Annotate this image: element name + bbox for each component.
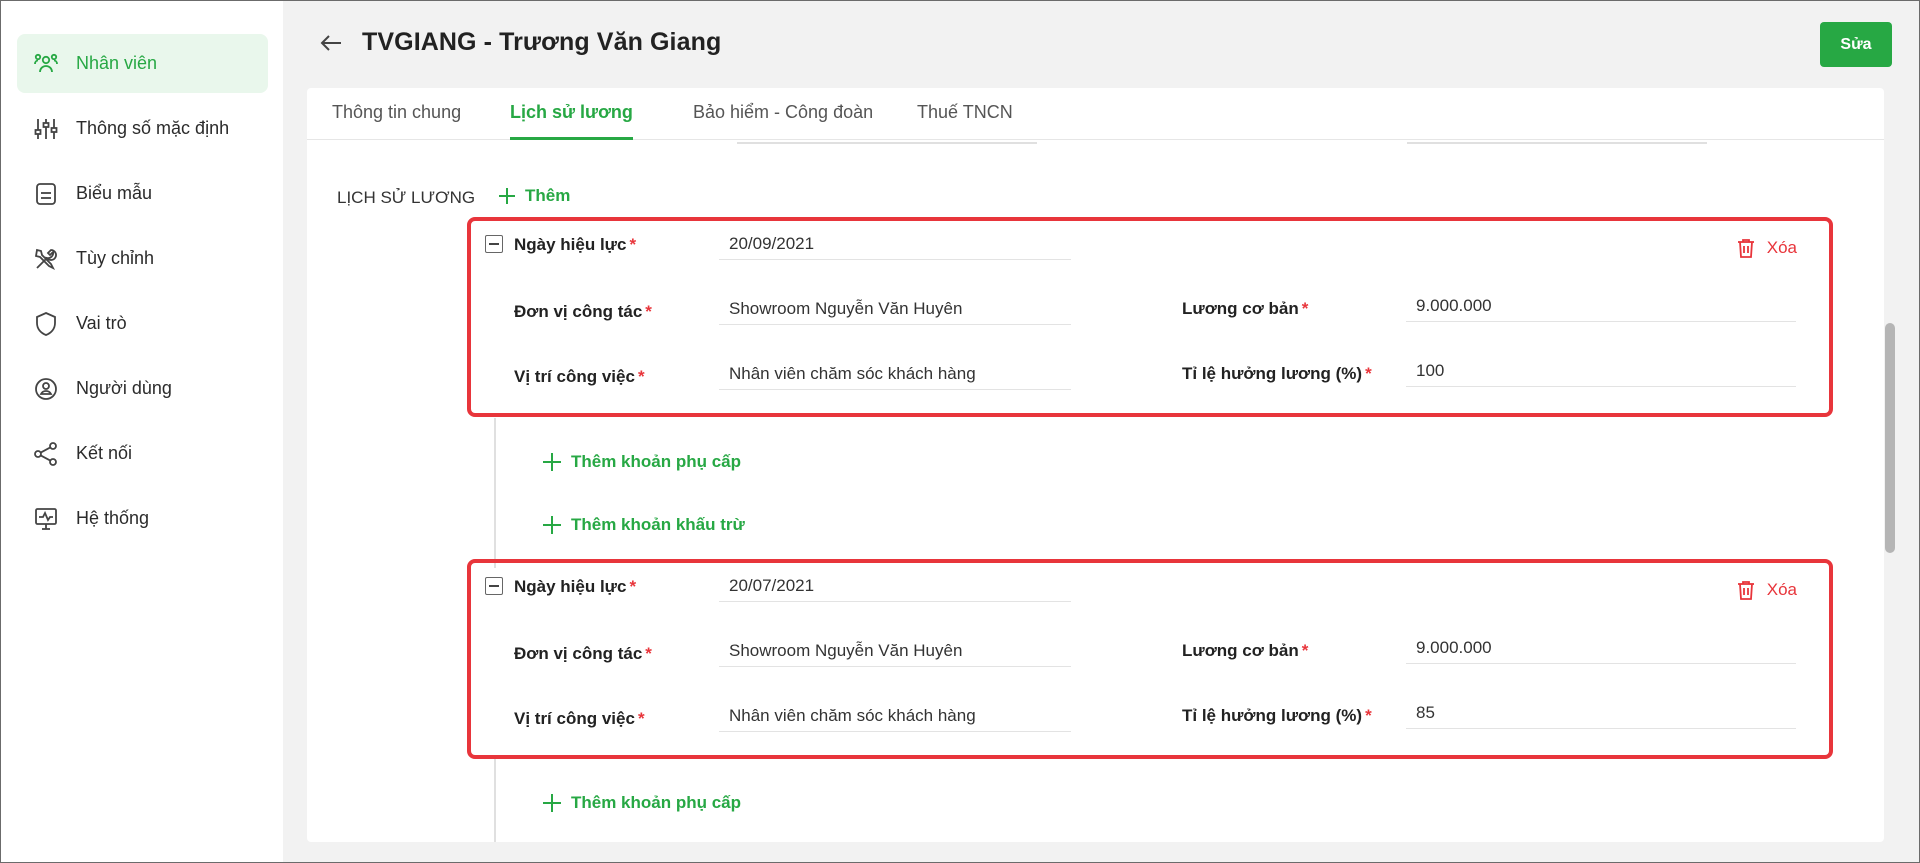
sidebar-item-label: Nhân viên [76,53,158,73]
delete-button[interactable]: Xóa [1735,237,1797,259]
tab-lich-su-luong[interactable]: Lịch sử lương [510,102,633,140]
plus-icon [543,516,561,534]
scrollbar-thumb[interactable] [1885,323,1895,553]
tab-thue-tncn[interactable]: Thuế TNCN [917,102,1013,140]
sidebar-item-bieu-mau[interactable]: Biểu mẫu [17,164,268,223]
base-salary-field[interactable]: 9.000.000 [1406,282,1796,322]
add-allowance-label: Thêm khoản phụ cấp [571,452,742,471]
back-arrow-icon[interactable] [317,28,347,58]
divider [1407,142,1707,144]
monitor-icon [32,505,60,533]
plus-icon [499,188,515,204]
add-allowance-label: Thêm khoản phụ cấp [571,793,742,812]
document-icon [32,180,60,208]
base-salary-label: Lương cơ bản * [1182,641,1309,660]
collapse-icon[interactable] [485,577,503,595]
timeline-line [494,758,496,842]
sidebar-item-nguoi-dung[interactable]: Người dùng [17,359,268,418]
effective-date-label: Ngày hiệu lực * [514,577,637,596]
add-deduction-label: Thêm khoản khấu trừ [571,515,745,534]
add-allowance-button[interactable]: Thêm khoản phụ cấp [541,792,741,814]
salary-record: Ngày hiệu lực * 20/09/2021 Xóa Đơn vị côn… [467,217,1833,417]
unit-field[interactable]: Showroom Nguyễn Văn Huyên [719,285,1071,325]
sidebar-item-ket-noi[interactable]: Kết nối [17,424,268,483]
trash-icon [1737,239,1754,258]
trash-icon [1737,581,1754,600]
plus-icon [543,794,561,812]
delete-button[interactable]: Xóa [1735,579,1797,601]
sidebar-item-label: Vai trò [76,313,127,333]
unit-label: Đơn vị công tác * [514,302,652,321]
position-label: Vị trí công việc * [514,709,645,728]
add-label: Thêm [525,186,571,205]
edit-button[interactable]: Sửa [1820,22,1892,67]
sidebar-item-nhan-vien[interactable]: Nhân viên [17,34,268,93]
sidebar-item-label: Biểu mẫu [76,183,153,203]
salary-ratio-label: Tỉ lệ hưởng lương (%) * [1182,706,1372,725]
page-title: TVGIANG - Trương Văn Giang [362,28,722,56]
salary-ratio-field[interactable]: 85 [1406,689,1796,729]
user-circle-icon [32,375,60,403]
timeline-line [494,418,496,568]
tab-bao-hiem-cong-doan[interactable]: Bảo hiểm - Công đoàn [693,102,873,140]
sidebar-item-label: Thông số mặc định [76,118,230,138]
people-icon [32,50,60,78]
effective-date-field[interactable]: 20/09/2021 [719,220,1071,260]
add-deduction-button[interactable]: Thêm khoản khấu trừ [541,514,745,536]
salary-record: Ngày hiệu lực * 20/07/2021 Xóa Đơn vị côn… [467,559,1833,759]
tab-thong-tin-chung[interactable]: Thông tin chung [332,102,461,140]
add-allowance-button[interactable]: Thêm khoản phụ cấp [541,451,741,473]
base-salary-field[interactable]: 9.000.000 [1406,624,1796,664]
sidebar-item-label: Tùy chỉnh [76,248,155,268]
sidebar-item-label: Người dùng [76,378,172,398]
sidebar-item-he-thong[interactable]: Hệ thống [17,489,268,548]
unit-field[interactable]: Showroom Nguyễn Văn Huyên [719,627,1071,667]
sidebar-item-vai-tro[interactable]: Vai trò [17,294,268,353]
delete-label: Xóa [1766,238,1797,257]
position-label: Vị trí công việc * [514,367,645,386]
topbar: TVGIANG - Trương Văn Giang Sửa [283,0,1920,88]
collapse-icon[interactable] [485,235,503,253]
effective-date-label: Ngày hiệu lực * [514,235,637,254]
sidebar-item-label: Hệ thống [76,508,150,528]
sidebar: Nhân viên Thông số mặc định Biểu mẫu Tùy… [0,0,283,863]
add-salary-button[interactable]: Thêm [497,186,570,206]
position-field[interactable]: Nhân viên chăm sóc khách hàng [719,692,1071,732]
unit-label: Đơn vị công tác * [514,644,652,663]
position-field[interactable]: Nhân viên chăm sóc khách hàng [719,350,1071,390]
plus-icon [543,453,561,471]
tab-bar: Thông tin chung Lịch sử lương Bảo hiểm -… [307,88,1884,140]
base-salary-label: Lương cơ bản * [1182,299,1309,318]
salary-ratio-field[interactable]: 100 [1406,347,1796,387]
sidebar-item-thong-so[interactable]: Thông số mặc định [17,99,268,158]
shield-icon [32,310,60,338]
delete-label: Xóa [1766,580,1797,599]
effective-date-field[interactable]: 20/07/2021 [719,562,1071,602]
share-icon [32,440,60,468]
tools-icon [32,245,60,273]
salary-ratio-label: Tỉ lệ hưởng lương (%) * [1182,364,1372,383]
main-content: TVGIANG - Trương Văn Giang Sửa Thông tin… [283,0,1920,863]
detail-card: Thông tin chung Lịch sử lương Bảo hiểm -… [307,88,1884,842]
sidebar-item-tuy-chinh[interactable]: Tùy chỉnh [17,229,268,288]
divider [737,142,1037,144]
section-title: LỊCH SỬ LƯƠNG [337,188,476,207]
sliders-icon [32,115,60,143]
sidebar-item-label: Kết nối [76,443,133,463]
